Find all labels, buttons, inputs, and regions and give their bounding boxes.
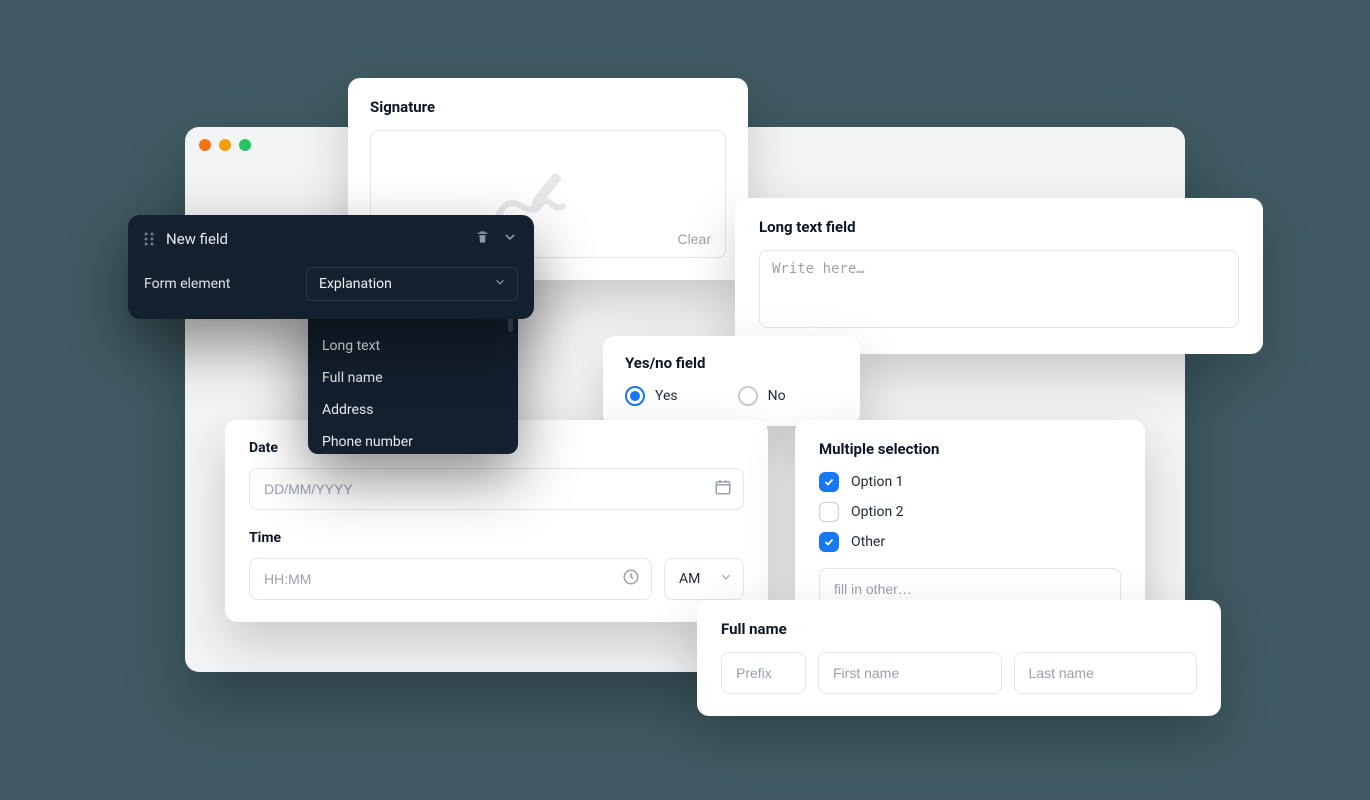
- dropdown-option[interactable]: Phone number: [308, 426, 518, 458]
- last-name-input[interactable]: [1014, 652, 1198, 694]
- checkbox-icon: [819, 532, 839, 552]
- time-label: Time: [249, 530, 744, 546]
- radio-no-label: No: [768, 388, 786, 404]
- ampm-value: AM: [679, 571, 700, 587]
- form-element-select[interactable]: Explanation: [306, 267, 518, 301]
- radio-yes[interactable]: Yes: [625, 386, 678, 406]
- checkbox-label: Option 2: [851, 504, 904, 520]
- window-maximize-dot[interactable]: [239, 139, 251, 151]
- chevron-down-icon: [719, 570, 733, 588]
- time-input[interactable]: [249, 558, 652, 600]
- chevron-down-icon: [493, 275, 507, 293]
- checkbox-option-1[interactable]: Option 1: [819, 472, 1121, 492]
- dropdown-option[interactable]: Address: [308, 394, 518, 426]
- new-field-panel: New field Form element Explanation: [128, 215, 534, 319]
- clock-icon[interactable]: [622, 568, 640, 590]
- checkbox-label: Option 1: [851, 474, 904, 490]
- signature-title: Signature: [370, 98, 726, 116]
- form-element-selected-value: Explanation: [319, 276, 392, 292]
- chevron-down-icon[interactable]: [502, 229, 518, 249]
- dropdown-option[interactable]: Long text: [308, 330, 518, 362]
- trash-icon[interactable]: [475, 229, 490, 249]
- window-minimize-dot[interactable]: [219, 139, 231, 151]
- date-input[interactable]: [249, 468, 744, 510]
- yesno-title: Yes/no field: [625, 354, 838, 372]
- signature-clear-button[interactable]: Clear: [678, 231, 711, 247]
- form-element-label: Form element: [144, 276, 294, 292]
- window-close-dot[interactable]: [199, 139, 211, 151]
- ampm-select[interactable]: AM: [664, 558, 744, 600]
- long-text-area[interactable]: [759, 250, 1239, 328]
- yesno-card: Yes/no field Yes No: [603, 336, 860, 426]
- calendar-icon[interactable]: [714, 478, 732, 500]
- checkbox-icon: [819, 502, 839, 522]
- radio-no[interactable]: No: [738, 386, 786, 406]
- checkbox-icon: [819, 472, 839, 492]
- drag-handle-icon[interactable]: [144, 232, 156, 246]
- checkbox-label: Other: [851, 534, 885, 550]
- checkbox-other[interactable]: Other: [819, 532, 1121, 552]
- multi-title: Multiple selection: [819, 440, 1121, 458]
- checkbox-option-2[interactable]: Option 2: [819, 502, 1121, 522]
- fullname-card: Full name: [697, 600, 1221, 716]
- fullname-title: Full name: [721, 620, 1197, 638]
- long-text-card: Long text field: [735, 198, 1263, 354]
- first-name-input[interactable]: [818, 652, 1002, 694]
- prefix-input[interactable]: [721, 652, 806, 694]
- radio-yes-label: Yes: [655, 388, 678, 404]
- long-text-title: Long text field: [759, 218, 1239, 236]
- dropdown-option[interactable]: Full name: [308, 362, 518, 394]
- new-field-title: New field: [166, 230, 465, 248]
